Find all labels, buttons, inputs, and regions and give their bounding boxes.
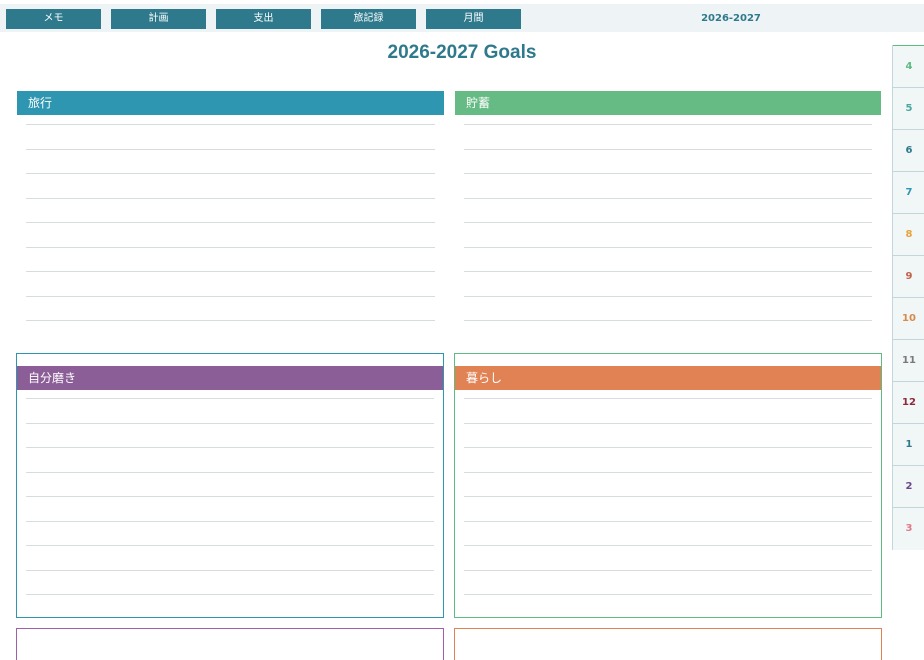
ruled-line bbox=[464, 398, 872, 399]
section-travel: 旅行 bbox=[17, 91, 444, 331]
ruled-line bbox=[464, 222, 872, 223]
nav-monthly-button[interactable]: 月間 bbox=[426, 9, 521, 29]
section-self-improvement: 自分磨き bbox=[16, 353, 444, 618]
goals-page: メモ 計画 支出 旅記録 月間 2026-2027 2026-2027 Goal… bbox=[0, 0, 924, 660]
ruled-line bbox=[464, 594, 872, 595]
ruled-line bbox=[464, 124, 872, 125]
month-tab-4[interactable]: 4 bbox=[893, 45, 924, 87]
month-tab-2[interactable]: 2 bbox=[893, 465, 924, 507]
ruled-line bbox=[26, 496, 434, 497]
ruled-line bbox=[26, 520, 434, 522]
ruled-line bbox=[464, 545, 872, 546]
nav-current-year[interactable]: 2026-2027 bbox=[690, 9, 772, 29]
section-living: 暮らし bbox=[454, 353, 882, 618]
section-self-improvement-lines[interactable] bbox=[26, 354, 434, 617]
ruled-line bbox=[26, 197, 435, 199]
ruled-line bbox=[464, 447, 872, 448]
section-bottom-right bbox=[454, 628, 882, 660]
month-tab-3[interactable]: 3 bbox=[893, 507, 924, 549]
ruled-line bbox=[26, 271, 435, 272]
nav-memo-button[interactable]: メモ bbox=[6, 9, 101, 29]
ruled-line bbox=[464, 569, 872, 571]
ruled-line bbox=[464, 320, 872, 321]
month-tab-7[interactable]: 7 bbox=[893, 171, 924, 213]
month-tab-12[interactable]: 12 bbox=[893, 381, 924, 423]
month-tab-1[interactable]: 1 bbox=[893, 423, 924, 465]
month-tab-8[interactable]: 8 bbox=[893, 213, 924, 255]
ruled-line bbox=[26, 422, 434, 424]
ruled-line bbox=[26, 545, 434, 546]
month-tab-9[interactable]: 9 bbox=[893, 255, 924, 297]
section-bottom-left bbox=[16, 628, 444, 660]
ruled-line bbox=[464, 471, 872, 473]
ruled-line bbox=[26, 295, 435, 297]
ruled-line bbox=[464, 496, 872, 497]
ruled-line bbox=[26, 173, 435, 174]
ruled-line bbox=[26, 569, 434, 571]
page-title: 2026-2027 Goals bbox=[387, 42, 537, 63]
ruled-line bbox=[464, 246, 872, 248]
section-savings: 貯蓄 bbox=[455, 91, 881, 331]
month-tabs: 4 5 6 7 8 9 10 11 12 1 2 3 bbox=[892, 45, 924, 550]
section-savings-lines[interactable] bbox=[464, 91, 872, 331]
ruled-line bbox=[26, 246, 435, 248]
ruled-line bbox=[464, 173, 872, 174]
ruled-line bbox=[464, 271, 872, 272]
ruled-line bbox=[26, 594, 434, 595]
ruled-line bbox=[26, 320, 435, 321]
top-nav: メモ 計画 支出 旅記録 月間 2026-2027 bbox=[0, 4, 924, 32]
ruled-line bbox=[464, 520, 872, 522]
ruled-line bbox=[464, 148, 872, 150]
ruled-line bbox=[26, 124, 435, 125]
month-tab-11[interactable]: 11 bbox=[893, 339, 924, 381]
section-living-lines[interactable] bbox=[464, 354, 872, 617]
nav-plan-button[interactable]: 計画 bbox=[111, 9, 206, 29]
ruled-line bbox=[26, 471, 434, 473]
nav-expense-button[interactable]: 支出 bbox=[216, 9, 311, 29]
month-tab-10[interactable]: 10 bbox=[893, 297, 924, 339]
ruled-line bbox=[26, 222, 435, 223]
ruled-line bbox=[464, 295, 872, 297]
nav-travel-log-button[interactable]: 旅記録 bbox=[321, 9, 416, 29]
ruled-line bbox=[26, 447, 434, 448]
ruled-line bbox=[464, 422, 872, 424]
month-tab-5[interactable]: 5 bbox=[893, 87, 924, 129]
section-travel-lines[interactable] bbox=[26, 91, 435, 331]
ruled-line bbox=[26, 398, 434, 399]
month-tab-6[interactable]: 6 bbox=[893, 129, 924, 171]
ruled-line bbox=[464, 197, 872, 199]
ruled-line bbox=[26, 148, 435, 150]
